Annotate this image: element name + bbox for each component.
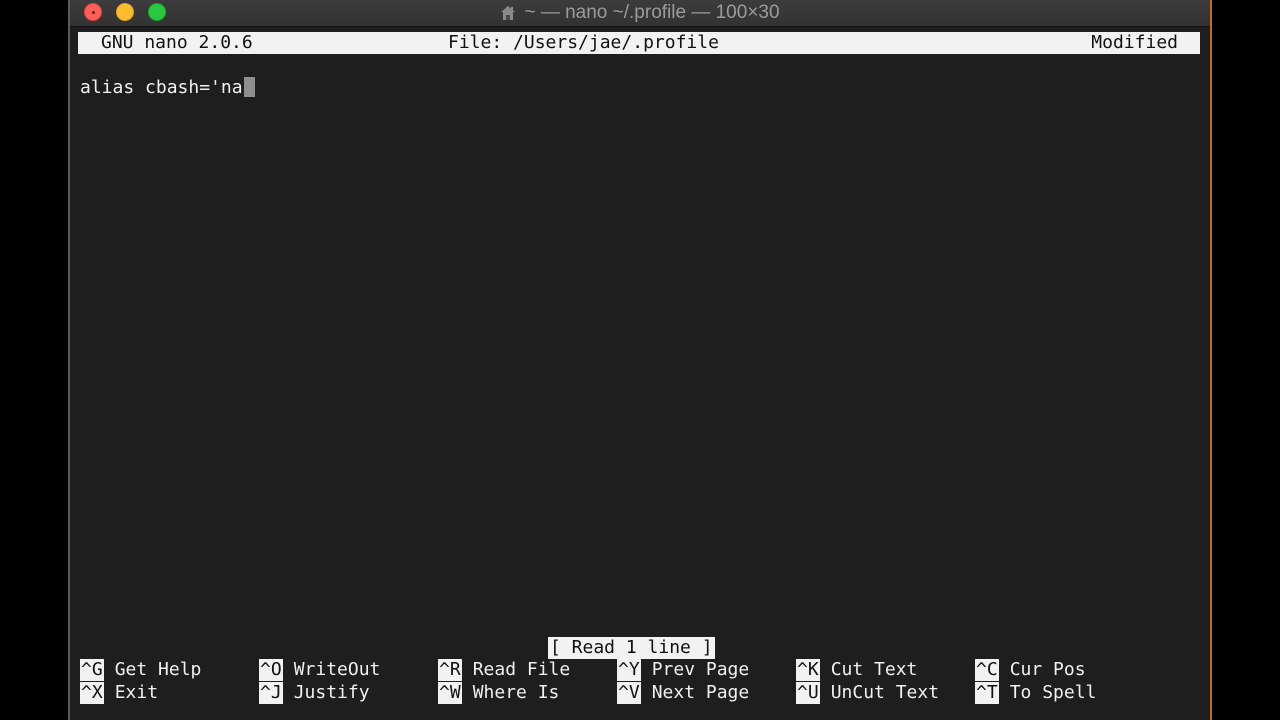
shortcut-key: ^K xyxy=(796,659,820,681)
text-cursor xyxy=(243,77,255,97)
shortcut-key: ^U xyxy=(796,682,820,704)
shortcut-key: ^Y xyxy=(617,659,641,681)
shortcut-label: Read File xyxy=(472,659,571,680)
shortcut-bar: ^G Get Help ^X Exit ^O WriteOut ^J Justi… xyxy=(80,659,1200,705)
shortcut-label: To Spell xyxy=(1009,682,1097,703)
title-bar[interactable]: ~ — nano ~/.profile — 100×30 xyxy=(70,0,1210,27)
status-message: [ Read 1 line ] xyxy=(548,637,715,659)
shortcut-key: ^C xyxy=(975,659,999,681)
shortcut-key: ^T xyxy=(975,682,999,704)
shortcut-label: Prev Page xyxy=(651,659,750,680)
home-folder-icon xyxy=(501,6,516,20)
shortcut-exit[interactable]: ^X Exit xyxy=(80,682,158,704)
shortcut-label: Justify xyxy=(293,682,370,703)
shortcut-label: Cut Text xyxy=(830,659,918,680)
shortcut-cut-text[interactable]: ^K Cut Text xyxy=(796,659,917,681)
nano-modified-flag: Modified xyxy=(1091,32,1178,53)
shortcut-key: ^J xyxy=(259,682,283,704)
nano-header-bar: GNU nano 2.0.6 File: /Users/jae/.profile… xyxy=(78,32,1200,54)
nano-version: GNU nano 2.0.6 xyxy=(101,32,253,53)
shortcut-where-is[interactable]: ^W Where Is xyxy=(438,682,559,704)
shortcut-justify[interactable]: ^J Justify xyxy=(259,682,370,704)
shortcut-label: UnCut Text xyxy=(830,682,940,703)
shortcut-next-page[interactable]: ^V Next Page xyxy=(617,682,749,704)
shortcut-key: ^G xyxy=(80,659,104,681)
shortcut-writeout[interactable]: ^O WriteOut xyxy=(259,659,380,681)
shortcut-key: ^O xyxy=(259,659,283,681)
shortcut-read-file[interactable]: ^R Read File xyxy=(438,659,570,681)
desktop-left xyxy=(0,0,68,720)
shortcut-key: ^R xyxy=(438,659,462,681)
shortcut-label: Get Help xyxy=(114,659,202,680)
shortcut-label: Cur Pos xyxy=(1009,659,1086,680)
shortcut-label: Next Page xyxy=(651,682,750,703)
terminal-window: ~ — nano ~/.profile — 100×30 GNU nano 2.… xyxy=(68,0,1212,720)
shortcut-prev-page[interactable]: ^Y Prev Page xyxy=(617,659,749,681)
shortcut-key: ^W xyxy=(438,682,462,704)
window-title: ~ — nano ~/.profile — 100×30 xyxy=(524,2,780,23)
shortcut-to-spell[interactable]: ^T To Spell xyxy=(975,682,1096,704)
desktop-right xyxy=(1212,0,1280,720)
shortcut-label: Exit xyxy=(114,682,159,703)
nano-file-path: File: /Users/jae/.profile xyxy=(448,32,719,53)
shortcut-uncut-text[interactable]: ^U UnCut Text xyxy=(796,682,939,704)
shortcut-cur-pos[interactable]: ^C Cur Pos xyxy=(975,659,1086,681)
shortcut-key: ^X xyxy=(80,682,104,704)
shortcut-label: WriteOut xyxy=(293,659,381,680)
editor-line-1[interactable]: alias cbash='na xyxy=(80,77,255,99)
shortcut-key: ^V xyxy=(617,682,641,704)
shortcut-label: Where Is xyxy=(472,682,560,703)
shortcut-get-help[interactable]: ^G Get Help xyxy=(80,659,201,681)
editor-line-text: alias cbash='na xyxy=(80,77,243,98)
window-title-group: ~ — nano ~/.profile — 100×30 xyxy=(70,0,1210,26)
